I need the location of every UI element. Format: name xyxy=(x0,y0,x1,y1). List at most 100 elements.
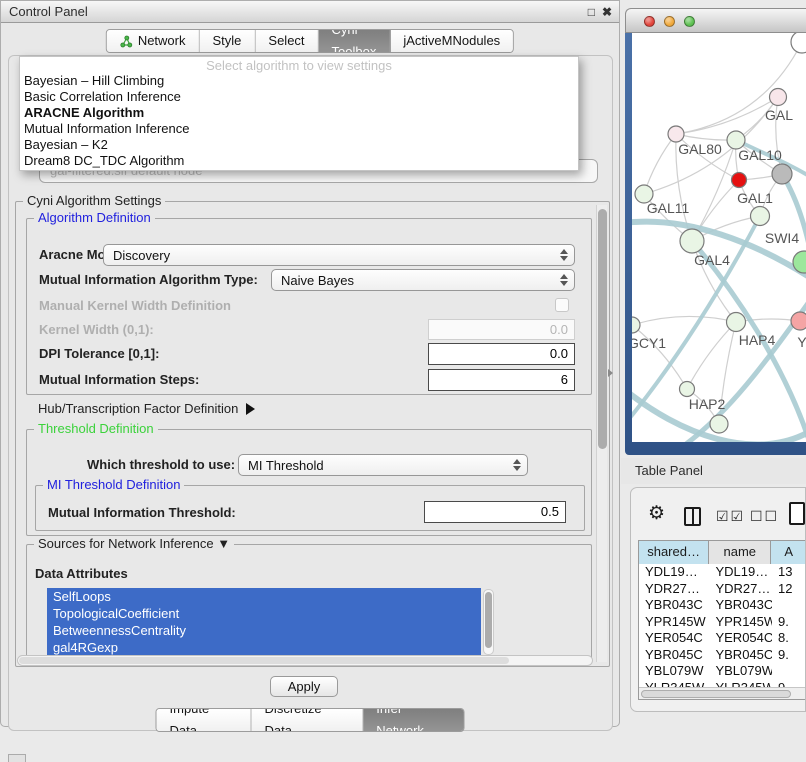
kernel-width-label: Kernel Width (0,1): xyxy=(39,319,154,341)
attribute-list-item[interactable]: SelfLoops xyxy=(47,588,481,605)
network-node[interactable] xyxy=(772,164,792,184)
table-cell: YDL19… xyxy=(709,564,772,581)
splitter-handle[interactable] xyxy=(608,369,613,377)
table-cell: YBR045C xyxy=(639,647,709,664)
table-cell: YBR043C xyxy=(709,597,772,614)
which-threshold-label: Which threshold to use: xyxy=(87,454,235,476)
bottom-tab-discretize-data[interactable]: Discretize Data xyxy=(252,709,364,731)
algorithm-definition-title: Algorithm Definition xyxy=(34,210,155,225)
algorithm-option[interactable]: Bayesian – Hill Climbing xyxy=(20,73,578,89)
mi-threshold-definition-title: MI Threshold Definition xyxy=(43,477,184,492)
attributes-scrollbar-thumb[interactable] xyxy=(485,592,492,648)
table-cell: YER054C xyxy=(639,630,709,647)
network-edge[interactable] xyxy=(632,316,736,325)
network-node-gal[interactable] xyxy=(770,89,787,106)
mi-threshold-definition-group: MI Threshold Definition Mutual Informati… xyxy=(35,485,585,531)
manual-kernel-checkbox[interactable] xyxy=(555,298,569,312)
attributes-scrollbar[interactable] xyxy=(483,589,494,655)
algorithm-option[interactable]: Mutual Information Inference xyxy=(20,121,578,137)
settings-hscrollbar-thumb[interactable] xyxy=(19,657,509,664)
zoom-traffic-light-icon[interactable] xyxy=(684,16,695,27)
settings-scrollbar[interactable] xyxy=(596,205,607,662)
table-row[interactable]: YBR045CYBR045C9. xyxy=(639,647,806,664)
table-column-header[interactable]: A xyxy=(771,541,806,564)
settings-scrollbar-thumb[interactable] xyxy=(598,209,607,449)
network-edge[interactable] xyxy=(676,97,778,134)
float-window-icon[interactable]: □ xyxy=(588,1,595,23)
table-row[interactable]: YDL19…YDL19…13 xyxy=(639,564,806,581)
network-window-titlebar xyxy=(625,8,806,33)
columns-icon[interactable] xyxy=(684,507,701,526)
algorithm-option[interactable]: Basic Correlation Inference xyxy=(20,89,578,105)
which-threshold-select[interactable]: MI Threshold xyxy=(238,454,528,476)
mi-threshold-field[interactable]: 0.5 xyxy=(424,501,566,523)
checked-columns-icon[interactable]: ☑☑ xyxy=(716,508,745,525)
settings-hscrollbar[interactable] xyxy=(17,655,593,666)
table-row[interactable]: YER054CYER054C8. xyxy=(639,630,806,647)
algorithm-option[interactable]: ARACNE Algorithm xyxy=(20,105,578,121)
manual-kernel-label: Manual Kernel Width Definition xyxy=(39,295,231,317)
table-row[interactable]: YBR043CYBR043C xyxy=(639,597,806,614)
close-traffic-light-icon[interactable] xyxy=(644,16,655,27)
table-hscrollbar[interactable] xyxy=(639,687,806,700)
dpi-tolerance-field[interactable]: 0.0 xyxy=(428,343,575,365)
bottom-tab-impute-data[interactable]: Impute Data xyxy=(157,709,252,731)
network-node-gal4[interactable] xyxy=(680,229,704,253)
table-row[interactable]: YDR27…YDR27…12 xyxy=(639,581,806,598)
table-hscrollbar-thumb[interactable] xyxy=(641,690,791,698)
tab-style[interactable]: Style xyxy=(200,30,256,52)
table-cell: YDR27… xyxy=(709,581,772,598)
network-node[interactable] xyxy=(710,415,728,433)
table-row[interactable]: YPR145WYPR145W9. xyxy=(639,614,806,631)
aracne-mode-select[interactable]: Discovery xyxy=(103,244,575,266)
table-cell: 9. xyxy=(772,647,806,664)
network-node-swi4[interactable] xyxy=(751,207,770,226)
gear-icon[interactable]: ⚙ xyxy=(648,504,665,524)
table-column-header[interactable]: shared… xyxy=(639,541,709,564)
attribute-list-item[interactable]: TopologicalCoefficient xyxy=(47,605,481,622)
algorithm-option[interactable]: Dream8 DC_TDC Algorithm xyxy=(20,153,578,169)
kernel-width-field[interactable]: 0.0 xyxy=(428,319,575,340)
network-node[interactable] xyxy=(791,33,806,53)
table-cell: YDL19… xyxy=(639,564,709,581)
document-icon[interactable] xyxy=(789,502,805,525)
unchecked-columns-icon[interactable]: ☐☐ xyxy=(750,508,779,525)
data-attributes-label: Data Attributes xyxy=(35,563,128,585)
attribute-list-item[interactable]: BetweennessCentrality xyxy=(47,622,481,639)
network-canvas[interactable]: GALGAL80GAL10GAL1SWI4GAL11GAL4HAP4YGCY1H… xyxy=(632,33,806,442)
algorithm-option[interactable]: Bayesian – K2 xyxy=(20,137,578,153)
attribute-list-item[interactable]: gal4RGexp xyxy=(47,639,481,656)
network-node-gal80[interactable] xyxy=(668,126,684,142)
node-label: GAL1 xyxy=(737,190,773,206)
node-label: GAL80 xyxy=(678,141,722,157)
table-cell: 9. xyxy=(772,614,806,631)
network-node-y[interactable] xyxy=(791,312,806,330)
node-label: HAP4 xyxy=(739,332,776,348)
hub-tf-definition-toggle[interactable]: Hub/Transcription Factor Definition xyxy=(38,399,255,419)
collapsed-panel-button[interactable] xyxy=(8,754,26,762)
node-label: GCY1 xyxy=(632,335,666,351)
mi-steps-label: Mutual Information Steps: xyxy=(39,369,199,391)
table-panel-title: Table Panel xyxy=(635,458,703,484)
mi-type-label: Mutual Information Algorithm Type: xyxy=(39,269,258,291)
table-row[interactable]: YLR345WYLR345W9. xyxy=(639,680,806,688)
mi-steps-field[interactable]: 6 xyxy=(428,369,575,391)
close-window-icon[interactable]: ✖ xyxy=(602,1,612,23)
bottom-tab-infer-network[interactable]: Infer Network xyxy=(363,709,463,731)
sources-group-title[interactable]: Sources for Network Inference ▼ xyxy=(34,536,234,551)
table-row[interactable]: YBL079WYBL079W xyxy=(639,663,806,680)
combo-stepper-icon xyxy=(509,459,527,471)
minimize-traffic-light-icon[interactable] xyxy=(664,16,675,27)
tab-jactivemnodules[interactable]: jActiveMNodules xyxy=(390,30,513,52)
network-node-gal1[interactable] xyxy=(732,173,747,188)
apply-button[interactable]: Apply xyxy=(270,676,338,697)
table-column-header[interactable]: name xyxy=(709,541,771,564)
tab-cyni-toolbox[interactable]: Cyni Toolbox xyxy=(319,30,391,52)
network-node-hap4[interactable] xyxy=(727,313,746,332)
tab-select[interactable]: Select xyxy=(255,30,318,52)
mi-type-select[interactable]: Naive Bayes xyxy=(271,269,575,291)
threshold-definition-group: Threshold Definition Which threshold to … xyxy=(26,429,592,536)
network-node-hap2[interactable] xyxy=(680,382,695,397)
tab-network[interactable]: Network xyxy=(107,30,200,52)
data-attributes-list[interactable]: SelfLoopsTopologicalCoefficientBetweenne… xyxy=(47,588,481,658)
